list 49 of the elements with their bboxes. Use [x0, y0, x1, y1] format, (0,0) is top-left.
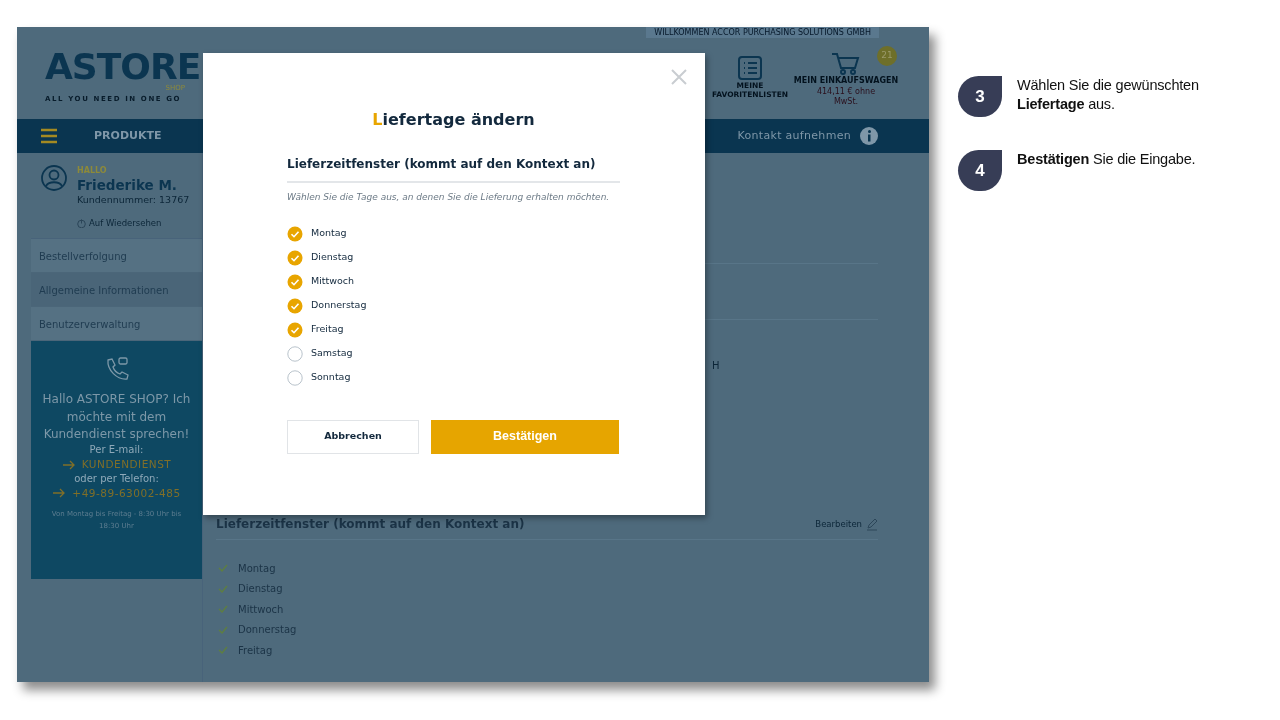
power-icon[interactable]: [77, 219, 86, 229]
list-icon[interactable]: [737, 55, 763, 81]
check-icon: [218, 583, 228, 594]
dialog-title: Liefertage ändern: [371, 110, 536, 130]
confirm-button[interactable]: Bestätigen: [431, 419, 619, 454]
day-checkbox[interactable]: Mittwoch: [287, 269, 620, 294]
dialog-section-title: Lieferzeitfenster (kommt auf den Kontext an): [287, 155, 620, 184]
menu-icon[interactable]: [41, 128, 57, 144]
email-label: Per E-mail:: [89, 443, 144, 458]
logout-link[interactable]: Auf Wiedersehen: [89, 217, 162, 231]
phone-label: oder per Telefon:: [74, 472, 159, 487]
day-checkbox[interactable]: Montag: [287, 221, 620, 246]
day-checkbox[interactable]: Dienstag: [287, 245, 620, 270]
user-name: Friederike M.: [77, 177, 178, 194]
check-icon: [218, 563, 228, 574]
step-instruction: Wählen Sie die gewünschten Liefertage aus.: [1017, 76, 1200, 114]
day-checkbox[interactable]: Samstag: [287, 341, 620, 366]
day-checkbox[interactable]: Sonntag: [287, 365, 620, 390]
cart-link[interactable]: MEIN EINKAUFSWAGEN: [793, 75, 899, 87]
step-instruction: Bestätigen Sie die Eingabe.: [1017, 150, 1197, 169]
check-icon: [218, 645, 228, 656]
phone-link[interactable]: +49-89-63002-485: [72, 486, 181, 501]
email-link[interactable]: KUNDENDIENST: [81, 457, 172, 473]
cart-count-badge: 21: [877, 46, 897, 66]
arrow-icon: [52, 488, 67, 499]
check-icon: [218, 624, 228, 635]
step-number-badge: 4: [958, 150, 1002, 191]
day-checkbox[interactable]: Freitag: [287, 317, 620, 342]
products-menu[interactable]: PRODUKTE: [94, 127, 162, 145]
logo-wordmark[interactable]: ASTORE: [45, 49, 205, 85]
close-button[interactable]: [671, 69, 687, 85]
contact-link[interactable]: Kontakt aufnehmen: [737, 127, 851, 145]
edit-link[interactable]: Bearbeiten: [815, 517, 862, 531]
day-checkbox[interactable]: Donnerstag: [287, 293, 620, 318]
partial-text: H: [712, 359, 721, 373]
pencil-icon[interactable]: [866, 517, 878, 531]
dialog-hint: Wählen Sie die Tage aus, an denen Sie die Lieferung erhalten möchten.: [287, 191, 611, 205]
customer-number: Kundennummer: 13767: [77, 193, 190, 208]
user-icon: [41, 165, 67, 191]
check-icon: [218, 604, 228, 615]
cart-icon[interactable]: [831, 51, 861, 75]
cart-total: 414,11 € ohne MwSt.: [815, 87, 877, 108]
welcome-banner: WILLKOMMEN ACCOR PURCHASING SOLUTIONS GMBH: [646, 27, 879, 38]
step-number-badge: 3: [958, 76, 1002, 117]
cancel-button[interactable]: Abbrechen: [287, 419, 419, 454]
greeting-label: HALLO: [77, 165, 108, 177]
info-icon[interactable]: [859, 126, 879, 146]
contact-question: Hallo ASTORE SHOP? Ich möchte mit dem Kundendienst sprechen!: [41, 391, 192, 443]
arrow-icon: [61, 459, 76, 470]
